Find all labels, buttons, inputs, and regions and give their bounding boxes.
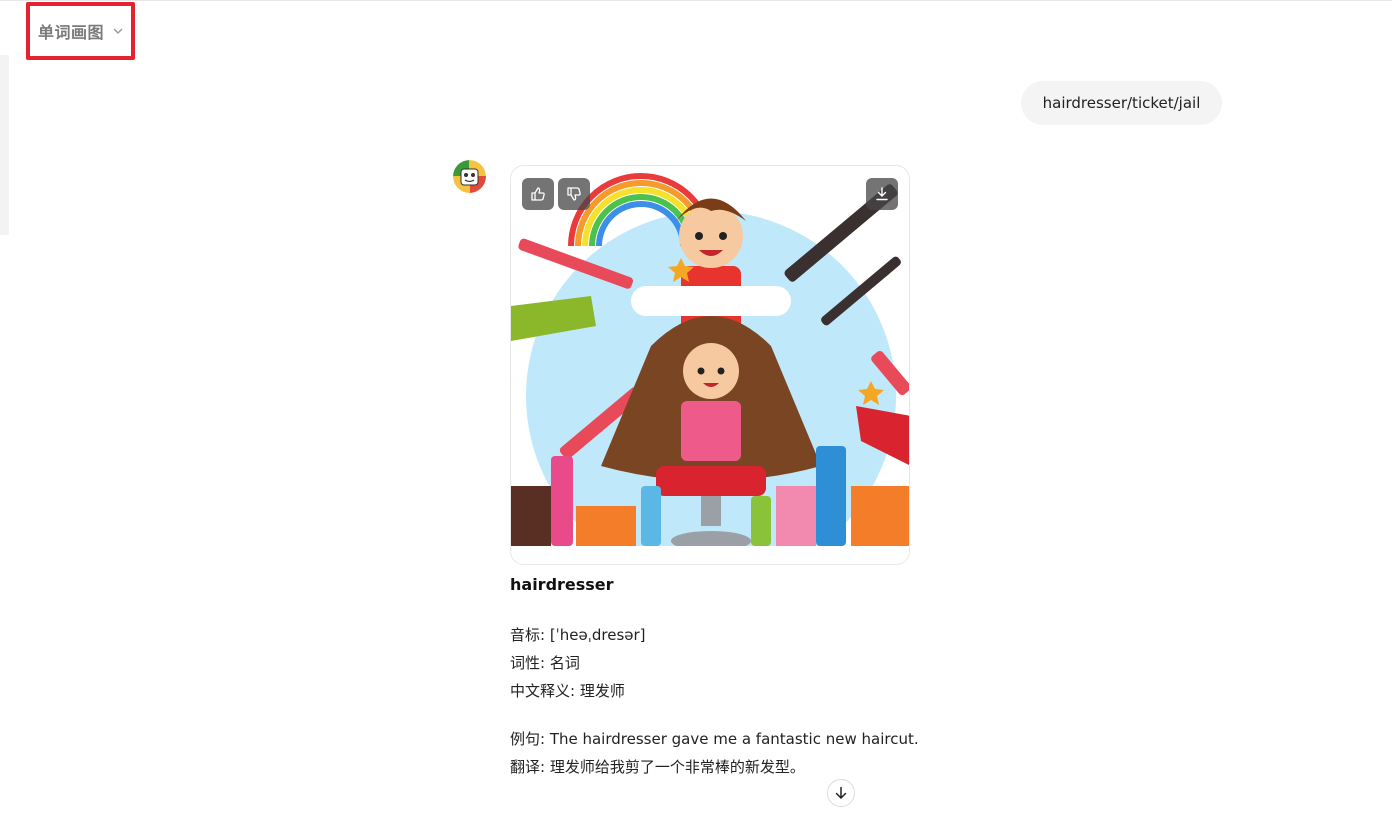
dislike-button[interactable]: [558, 178, 590, 210]
user-message-bubble: hairdresser/ticket/jail: [1021, 81, 1222, 125]
thumbs-down-icon: [567, 187, 581, 201]
generated-image-card: [510, 165, 910, 565]
scrollbar[interactable]: [0, 55, 9, 235]
user-message-text: hairdresser/ticket/jail: [1042, 94, 1201, 112]
word-title: hairdresser: [510, 575, 614, 594]
bot-selector-dropdown[interactable]: 单词画图: [26, 2, 135, 60]
part-of-speech-line: 词性: 名词: [510, 654, 580, 672]
definition-line: 中文释义: 理发师: [510, 682, 625, 700]
thumbs-up-icon: [531, 187, 545, 201]
like-button[interactable]: [522, 178, 554, 210]
bot-name: 单词画图: [38, 23, 105, 42]
hairdresser-illustration: [511, 166, 909, 564]
top-divider: [0, 0, 1392, 1]
download-icon: [876, 187, 888, 201]
bot-avatar: [453, 160, 486, 193]
example-sentence-line: 例句: The hairdresser gave me a fantastic …: [510, 730, 919, 748]
chevron-down-icon: [113, 28, 123, 34]
download-button[interactable]: [866, 178, 898, 210]
translation-line: 翻译: 理发师给我剪了一个非常棒的新发型。: [510, 758, 805, 776]
scroll-to-bottom-button[interactable]: [827, 779, 855, 807]
arrow-down-icon: [835, 786, 847, 800]
phonetic-line: 音标: [ˈheəˌdresər]: [510, 626, 646, 644]
